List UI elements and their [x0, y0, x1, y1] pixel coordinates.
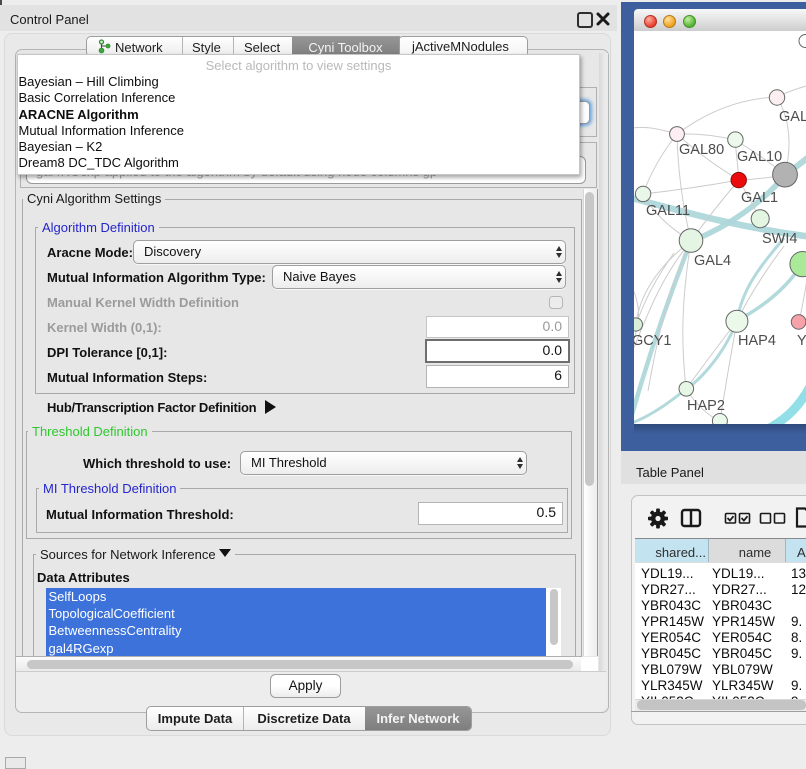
svg-text:GAL11: GAL11	[646, 203, 690, 219]
svg-text:GAL80: GAL80	[679, 142, 724, 158]
svg-text:GAL2: GAL2	[779, 109, 806, 125]
svg-text:GCY1: GCY1	[634, 333, 672, 349]
svg-text:HAP2: HAP2	[687, 398, 725, 414]
svg-text:GAL10: GAL10	[737, 149, 782, 165]
svg-text:SWI4: SWI4	[762, 231, 797, 247]
svg-text:YE: YE	[797, 333, 806, 349]
svg-text:GAL4: GAL4	[694, 253, 731, 269]
svg-text:GAL1: GAL1	[741, 190, 778, 206]
svg-text:HAP4: HAP4	[738, 333, 776, 349]
